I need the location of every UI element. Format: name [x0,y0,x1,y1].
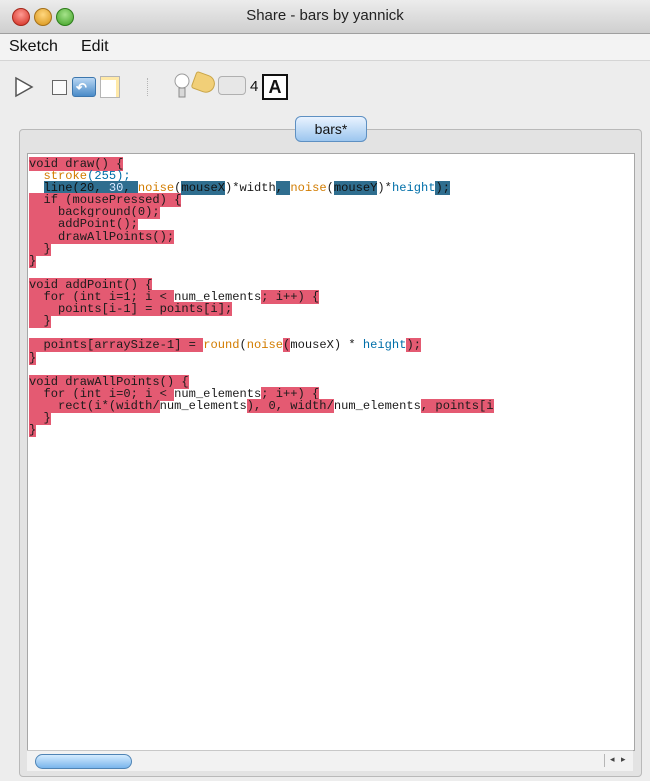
code-token: noise [246,338,284,353]
code-token: ); [406,338,421,353]
comment-icon[interactable] [218,76,246,95]
code-token: , points[i [420,398,494,413]
tag-icon[interactable] [190,70,218,96]
code-token: } [29,423,37,438]
code-token: num_elements [333,398,421,413]
code-line[interactable]: } [29,253,494,268]
stop-icon[interactable] [52,80,67,95]
code-line[interactable]: points[arraySize-1] = round(noise(mouseX… [29,338,494,353]
window-title: Share - bars by yannick [246,7,404,24]
code-line[interactable]: points[i-1] = points[i]; [29,302,494,317]
code-token: points[i-1] = points[i]; [29,302,233,317]
code-token: } [29,350,37,365]
code-token: height [391,181,436,196]
toolbar-separator [147,78,150,96]
bulb-icon[interactable] [173,72,191,102]
code-line[interactable]: void drawAllPoints() { [29,374,494,389]
code-line[interactable]: } [29,350,494,365]
code-token: ; i++) { [261,290,320,305]
code-token: mouseX [181,181,225,196]
tab-bars[interactable]: bars* [295,116,367,142]
code-line[interactable]: rect(i*(width/num_elements), 0, width/nu… [29,398,494,413]
code-token: mouseX) * [290,338,363,353]
code-token: ( [326,181,334,196]
code-token: ( [239,338,247,353]
code-token: mouseY [333,181,378,196]
code-token: points[arraySize-1] = [29,338,204,353]
code-line[interactable]: } [29,241,494,256]
horizontal-scrollbar[interactable]: ◂ ▸ [27,750,633,771]
font-icon[interactable]: A [262,74,288,100]
scroll-thumb[interactable] [35,754,132,769]
code-line[interactable]: } [29,410,494,425]
scroll-arrows[interactable]: ◂ ▸ [604,754,631,767]
code-line[interactable]: } [29,423,494,438]
code-content[interactable]: void draw() { stroke(255); line(20, 30, … [29,157,494,438]
toolbar: ↶ 4 A [0,64,650,112]
code-token: ), 0, width/ [246,398,334,413]
app-window: Share - bars by yannick Sketch Edit ↶ 4 … [0,0,650,781]
scroll-right-arrow[interactable]: ▸ [621,754,626,765]
code-token: num_elements [159,398,247,413]
code-token: )*width [224,181,276,196]
code-line[interactable]: } [29,314,494,329]
code-token: ); [435,181,450,196]
play-icon[interactable] [14,76,34,98]
share-icon[interactable]: ↶ [72,77,96,97]
code-token: } [29,314,51,329]
code-token: noise [290,181,327,196]
menu-sketch[interactable]: Sketch [9,38,58,56]
code-token: round [203,338,240,353]
new-icon[interactable] [100,76,120,98]
code-line[interactable]: drawAllPoints(); [29,229,494,244]
menu-bar: Sketch Edit [0,34,650,61]
code-editor[interactable]: void draw() { stroke(255); line(20, 30, … [27,153,635,751]
code-line[interactable] [29,364,494,376]
scroll-left-arrow[interactable]: ◂ [610,754,615,765]
code-token: )* [377,181,392,196]
font-size-count: 4 [250,78,259,95]
title-bar[interactable]: Share - bars by yannick [0,0,650,34]
menu-edit[interactable]: Edit [81,38,109,56]
code-token: } [29,253,37,268]
code-token: height [362,338,407,353]
code-token: , [275,181,291,196]
code-line[interactable]: addPoint(); [29,217,494,232]
